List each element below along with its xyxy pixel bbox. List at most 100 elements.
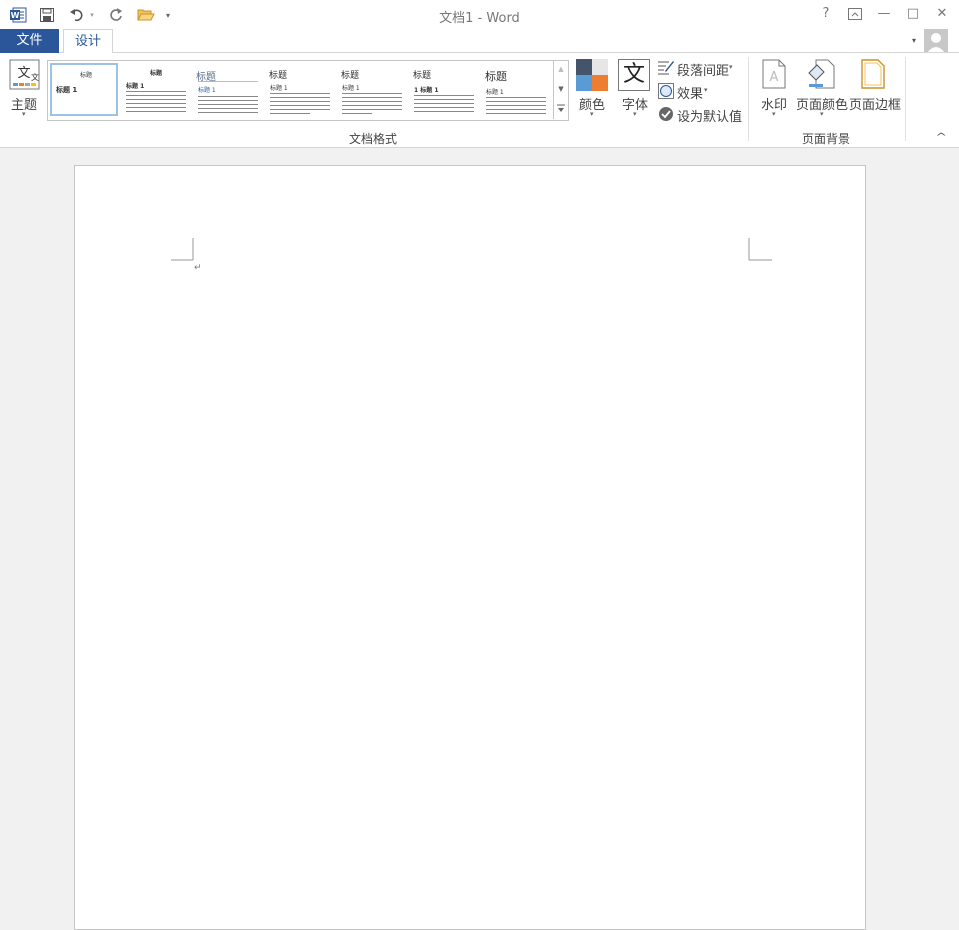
svg-text:A: A <box>770 70 779 85</box>
style-set-sample-line <box>270 93 330 94</box>
style-set-sample-line <box>486 113 546 114</box>
paragraph-spacing-button[interactable]: 段落间距 <box>677 60 729 79</box>
style-set-sample-line <box>342 113 372 114</box>
style-set-item[interactable]: 标题 1 标题 1 <box>410 63 478 116</box>
style-set-item[interactable]: 标题 标题 1 <box>50 63 118 116</box>
style-set-title: 标题 <box>413 71 432 81</box>
help-button[interactable]: ? <box>813 4 839 24</box>
style-set-sample-line <box>342 109 402 110</box>
effects-icon[interactable] <box>658 83 674 99</box>
style-set-item[interactable]: 标题 标题 1 <box>194 63 262 116</box>
page-background-group-label: 页面背景 <box>802 132 851 146</box>
watermark-dropdown-icon[interactable]: ▾ <box>772 110 776 118</box>
style-set-sample-line <box>126 103 186 104</box>
style-set-sample-line <box>198 112 258 113</box>
style-set-item[interactable]: 标题 标题 1 <box>266 63 334 116</box>
page-color-dropdown-icon[interactable]: ▾ <box>820 110 824 118</box>
gallery-scroll-down-icon[interactable]: ▼ <box>554 80 568 99</box>
style-set-sample-line <box>198 81 258 82</box>
fonts-icon[interactable]: 文 <box>618 59 650 91</box>
watermark-icon[interactable]: A <box>762 59 786 89</box>
tab-file[interactable]: 文件 <box>0 29 59 53</box>
close-button[interactable]: ✕ <box>929 4 955 24</box>
paragraph-spacing-icon[interactable] <box>657 59 675 75</box>
margin-crop-mark-right <box>748 238 772 261</box>
style-set-sample-line <box>414 107 474 108</box>
style-set-item[interactable]: 标题 标题 1 <box>338 63 406 116</box>
maximize-button[interactable]: □ <box>900 4 926 24</box>
style-set-sample-line <box>270 105 330 106</box>
style-set-sample-line <box>270 113 310 114</box>
effects-button[interactable]: 效果 <box>677 83 703 102</box>
style-set-title: 标题 <box>341 71 360 81</box>
style-set-sample-line <box>414 95 474 96</box>
style-set-sample-line <box>56 114 116 115</box>
page-color-icon[interactable] <box>806 59 836 89</box>
collapse-ribbon-icon[interactable]: ^ <box>935 132 947 143</box>
fonts-dropdown-icon[interactable]: ▾ <box>633 110 637 118</box>
themes-dropdown-icon[interactable]: ▾ <box>22 110 26 118</box>
style-set-heading: 标题 1 <box>486 89 504 96</box>
style-set-sample-line <box>198 100 258 101</box>
tab-design[interactable]: 设计 <box>63 29 113 53</box>
ribbon-group-separator <box>748 57 749 141</box>
style-set-heading: 标题 1 <box>270 85 288 92</box>
style-set-sample-line <box>126 91 186 92</box>
style-set-gallery[interactable]: 标题 标题 1 标题 标题 1 标题 标题 1 标题 标题 1 标题 标题 1 … <box>47 60 569 121</box>
paragraph-spacing-dropdown-icon[interactable]: ▾ <box>729 63 733 71</box>
style-set-heading: 标题 1 <box>56 86 78 94</box>
style-set-sample-line <box>198 96 258 97</box>
page-borders-button[interactable]: 页面边框 <box>849 94 901 113</box>
style-set-sample-line <box>342 101 402 102</box>
checkmark-icon <box>658 106 674 122</box>
minimize-button[interactable]: — <box>871 4 897 24</box>
style-set-heading: 标题 1 <box>342 85 360 92</box>
style-set-heading: 标题 1 <box>198 87 216 94</box>
svg-text:文: 文 <box>17 66 30 81</box>
style-set-sample-line <box>486 105 546 106</box>
style-set-sample-line <box>126 107 186 108</box>
set-as-default-button[interactable]: 设为默认值 <box>677 106 742 125</box>
style-set-sample-line <box>486 97 546 98</box>
ribbon-design: 文 文 主题 ▾ 标题 标题 1 标题 标题 1 标题 标题 1 标题 标题 1… <box>0 53 959 148</box>
page-borders-icon[interactable] <box>861 59 885 89</box>
style-set-heading: 1 标题 1 <box>414 87 439 94</box>
ribbon-group-separator <box>905 57 906 141</box>
avatar[interactable] <box>924 29 948 53</box>
style-set-heading: 标题 1 <box>126 83 145 90</box>
style-set-sample-line <box>342 93 402 94</box>
document-page[interactable]: ↵ <box>74 165 866 930</box>
style-set-title: 标题 <box>149 70 162 77</box>
style-set-sample-line <box>414 103 474 104</box>
style-set-sample-line <box>342 97 402 98</box>
effects-dropdown-icon[interactable]: ▾ <box>704 86 708 94</box>
ribbon-display-options-icon[interactable] <box>842 4 868 24</box>
account-dropdown-icon[interactable]: ▾ <box>907 33 921 49</box>
style-set-sample-line <box>486 101 546 102</box>
style-set-title: 标题 <box>269 71 288 81</box>
paragraph-mark: ↵ <box>194 263 202 273</box>
style-set-sample-line <box>270 97 330 98</box>
style-set-sample-line <box>414 111 474 112</box>
themes-icon[interactable]: 文 文 <box>9 59 41 91</box>
colors-dropdown-icon[interactable]: ▾ <box>590 110 594 118</box>
style-set-sample-line <box>486 109 546 110</box>
style-set-sample-line <box>126 99 186 100</box>
margin-crop-mark-left <box>171 238 194 261</box>
style-set-sample-line <box>126 111 186 112</box>
style-set-title: 标题 <box>485 70 507 83</box>
gallery-more-icon[interactable] <box>554 100 568 119</box>
theme-colors-icon[interactable] <box>576 59 608 91</box>
style-set-sample-line <box>126 95 186 96</box>
document-formatting-group-label: 文档格式 <box>349 132 398 146</box>
style-set-sample-line <box>342 105 402 106</box>
style-set-sample-line <box>198 108 258 109</box>
gallery-scroll-up-icon[interactable]: ▲ <box>554 60 568 79</box>
style-set-item[interactable]: 标题 标题 1 <box>122 63 190 116</box>
gallery-scroll: ▲ ▼ <box>553 60 568 119</box>
style-set-sample-line <box>270 109 330 110</box>
style-set-title: 标题 <box>79 72 92 79</box>
svg-text:文: 文 <box>31 72 39 82</box>
style-set-item[interactable]: 标题 标题 1 <box>482 63 550 116</box>
style-set-sample-line <box>414 99 474 100</box>
